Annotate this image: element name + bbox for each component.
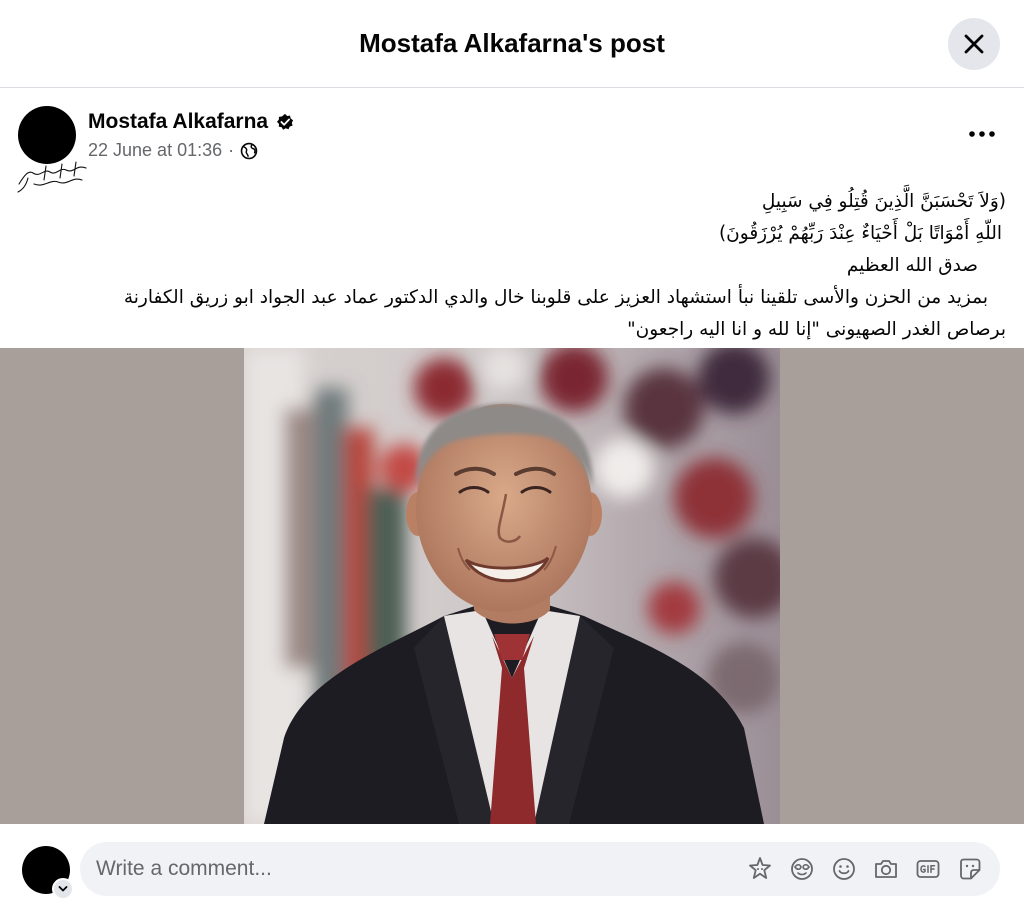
post-text-line: بمزيد من الحزن والأسى تلقينا نبأ استشهاد…: [123, 287, 988, 308]
author-name-row: Mostafa Alkafarna: [88, 110, 294, 134]
post-photo-area: [0, 348, 1024, 824]
post-text-line: اللّهِ أَمْوَاتًا بَلْ أَحْيَاءٌ عِنْدَ …: [718, 223, 1002, 244]
post-message: (وَلاَ تَحْسَبَنَّ الَّذِينَ قُتِلُو فِي…: [40, 186, 1006, 346]
post-timestamp[interactable]: 22 June at 01:36: [88, 140, 222, 161]
sticker-icon: [960, 858, 981, 880]
comment-tools: [744, 842, 986, 896]
gif-icon: [916, 860, 940, 878]
globe-icon: [240, 142, 258, 159]
avatar[interactable]: [18, 106, 76, 164]
modal-header: Mostafa Alkafarna's post: [0, 0, 1024, 88]
emoji-button[interactable]: [828, 853, 860, 885]
verified-badge-icon: [277, 113, 294, 130]
profile-switch-button[interactable]: [52, 878, 74, 900]
author-avatar[interactable]: [17, 106, 88, 196]
post-photo[interactable]: [244, 348, 780, 824]
avatar-sticker-icon: [749, 857, 771, 879]
gif-mask-icon: [791, 858, 813, 880]
avatar-sticker-button[interactable]: [744, 853, 776, 885]
post-text-line: برصاص الغدر الصهيونى "إنا لله و انا اليه…: [627, 319, 1006, 340]
comment-box: [80, 842, 1000, 896]
author-name[interactable]: Mostafa Alkafarna: [88, 110, 268, 134]
comment-composer: [0, 824, 1024, 923]
close-icon: [964, 34, 984, 54]
chevron-down-icon: [58, 886, 68, 892]
post-meta: 22 June at 01:36 ·: [88, 140, 258, 161]
camera-icon: [875, 860, 897, 878]
post-text-line: (وَلاَ تَحْسَبَنَّ الَّذِينَ قُتِلُو فِي…: [761, 191, 1006, 212]
more-options-icon: [969, 131, 995, 137]
gif-button[interactable]: [912, 853, 944, 885]
sticker-button[interactable]: [954, 853, 986, 885]
emoji-icon: [833, 858, 855, 880]
camera-button[interactable]: [870, 853, 902, 885]
gif-mask-button[interactable]: [786, 853, 818, 885]
meta-separator: ·: [228, 140, 235, 160]
comment-input[interactable]: [96, 842, 716, 896]
modal-title: Mostafa Alkafarna's post: [359, 28, 665, 58]
close-button[interactable]: [948, 18, 1000, 70]
post-text-line: صدق الله العظيم: [846, 255, 978, 276]
more-options-button[interactable]: [958, 116, 1006, 152]
